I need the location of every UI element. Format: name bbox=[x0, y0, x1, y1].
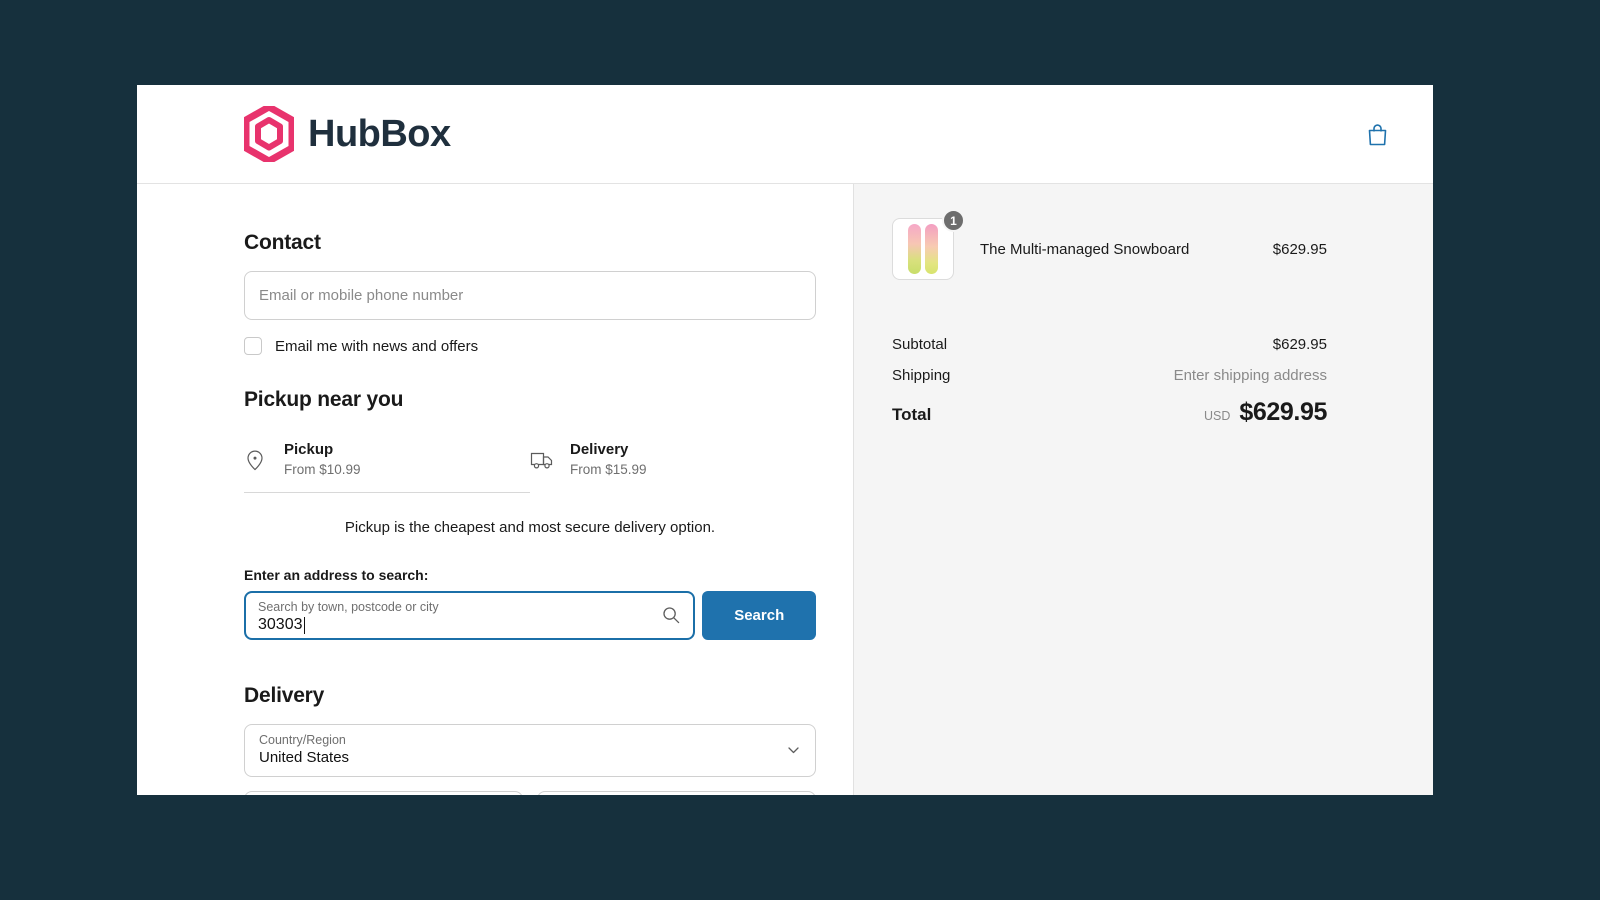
order-line-item: 1 The Multi-managed Snowboard $629.95 bbox=[892, 209, 1327, 280]
total-currency: USD bbox=[1204, 409, 1231, 423]
shopping-bag-icon bbox=[1367, 123, 1388, 146]
subtotal-value: $629.95 bbox=[1272, 336, 1327, 353]
delivery-section: Delivery Country/Region United States bbox=[244, 683, 816, 795]
text-caret bbox=[303, 617, 305, 635]
fulfilment-tabs: Pickup From $10.99 Delivery From $15.99 bbox=[244, 434, 816, 493]
hubbox-hexagon-icon bbox=[244, 106, 294, 162]
tab-pickup[interactable]: Pickup From $10.99 bbox=[244, 434, 530, 493]
contact-heading: Contact bbox=[244, 231, 321, 254]
name-fields-row: First name (optional) Last name bbox=[244, 790, 816, 795]
chevron-down-icon[interactable] bbox=[786, 743, 801, 758]
brand-name: HubBox bbox=[308, 113, 451, 155]
screen-background: HubBox Contact Email or mobile phone num… bbox=[0, 0, 1600, 900]
product-thumbnail-wrap: 1 bbox=[892, 209, 965, 280]
address-search-input[interactable]: Search by town, postcode or city 30303 bbox=[244, 590, 696, 640]
email-field[interactable]: Email or mobile phone number bbox=[244, 271, 816, 320]
shipping-value: Enter shipping address bbox=[1173, 367, 1327, 384]
last-name-field[interactable]: Last name bbox=[537, 790, 816, 795]
country-region-label: Country/Region bbox=[259, 732, 346, 747]
tab-pickup-price: From $10.99 bbox=[284, 462, 361, 478]
map-pin-icon bbox=[244, 449, 266, 471]
shipping-label: Shipping bbox=[892, 367, 951, 384]
total-label: Total bbox=[892, 405, 932, 424]
newsletter-checkbox-row[interactable]: Email me with news and offers bbox=[244, 337, 816, 355]
country-region-value: United States bbox=[259, 748, 350, 766]
tab-delivery-label: Delivery bbox=[570, 441, 629, 458]
search-button[interactable]: Search bbox=[702, 590, 816, 640]
magnifier-icon[interactable] bbox=[662, 606, 680, 624]
product-price: $629.95 bbox=[1272, 240, 1327, 258]
checkout-viewport: HubBox Contact Email or mobile phone num… bbox=[137, 85, 1433, 795]
address-search-row: Search by town, postcode or city 30303 S… bbox=[244, 590, 816, 640]
total-value: $629.95 bbox=[1239, 398, 1327, 426]
hubbox-logo[interactable]: HubBox bbox=[244, 106, 451, 162]
tab-active-underline bbox=[244, 491, 530, 493]
grand-total-row: Total USD $629.95 bbox=[892, 398, 1327, 427]
country-region-select[interactable]: Country/Region United States bbox=[244, 723, 816, 777]
newsletter-checkbox[interactable] bbox=[244, 337, 262, 355]
quantity-badge: 1 bbox=[942, 209, 965, 232]
subtotal-row: Subtotal $629.95 bbox=[892, 336, 1327, 353]
order-totals: Subtotal $629.95 Shipping Enter shipping… bbox=[892, 336, 1327, 427]
order-summary-column: 1 The Multi-managed Snowboard $629.95 Su… bbox=[853, 184, 1433, 795]
checkout-body: Contact Email or mobile phone number Ema… bbox=[137, 184, 1433, 795]
tab-pickup-label: Pickup bbox=[284, 441, 334, 458]
first-name-field[interactable]: First name (optional) bbox=[244, 790, 523, 795]
snowboard-graphic-left bbox=[908, 224, 921, 274]
pickup-note: Pickup is the cheapest and most secure d… bbox=[344, 518, 716, 536]
address-search-float-label: Search by town, postcode or city bbox=[258, 599, 439, 614]
shipping-row: Shipping Enter shipping address bbox=[892, 367, 1327, 384]
checkout-form-column: Contact Email or mobile phone number Ema… bbox=[137, 184, 853, 795]
subtotal-label: Subtotal bbox=[892, 336, 948, 353]
site-header: HubBox bbox=[137, 85, 1433, 184]
address-search-value: 30303 bbox=[258, 616, 303, 634]
delivery-truck-icon bbox=[530, 449, 553, 471]
snowboard-graphic-right bbox=[925, 224, 938, 274]
tab-delivery-price: From $15.99 bbox=[570, 462, 647, 478]
newsletter-label: Email me with news and offers bbox=[275, 337, 479, 355]
tab-delivery[interactable]: Delivery From $15.99 bbox=[530, 434, 816, 493]
cart-button[interactable] bbox=[1367, 123, 1388, 146]
email-field-placeholder: Email or mobile phone number bbox=[259, 287, 464, 304]
pickup-near-you-heading: Pickup near you bbox=[244, 388, 404, 411]
delivery-heading: Delivery bbox=[244, 683, 325, 707]
product-name: The Multi-managed Snowboard bbox=[980, 240, 1190, 258]
address-search-label: Enter an address to search: bbox=[244, 566, 429, 583]
